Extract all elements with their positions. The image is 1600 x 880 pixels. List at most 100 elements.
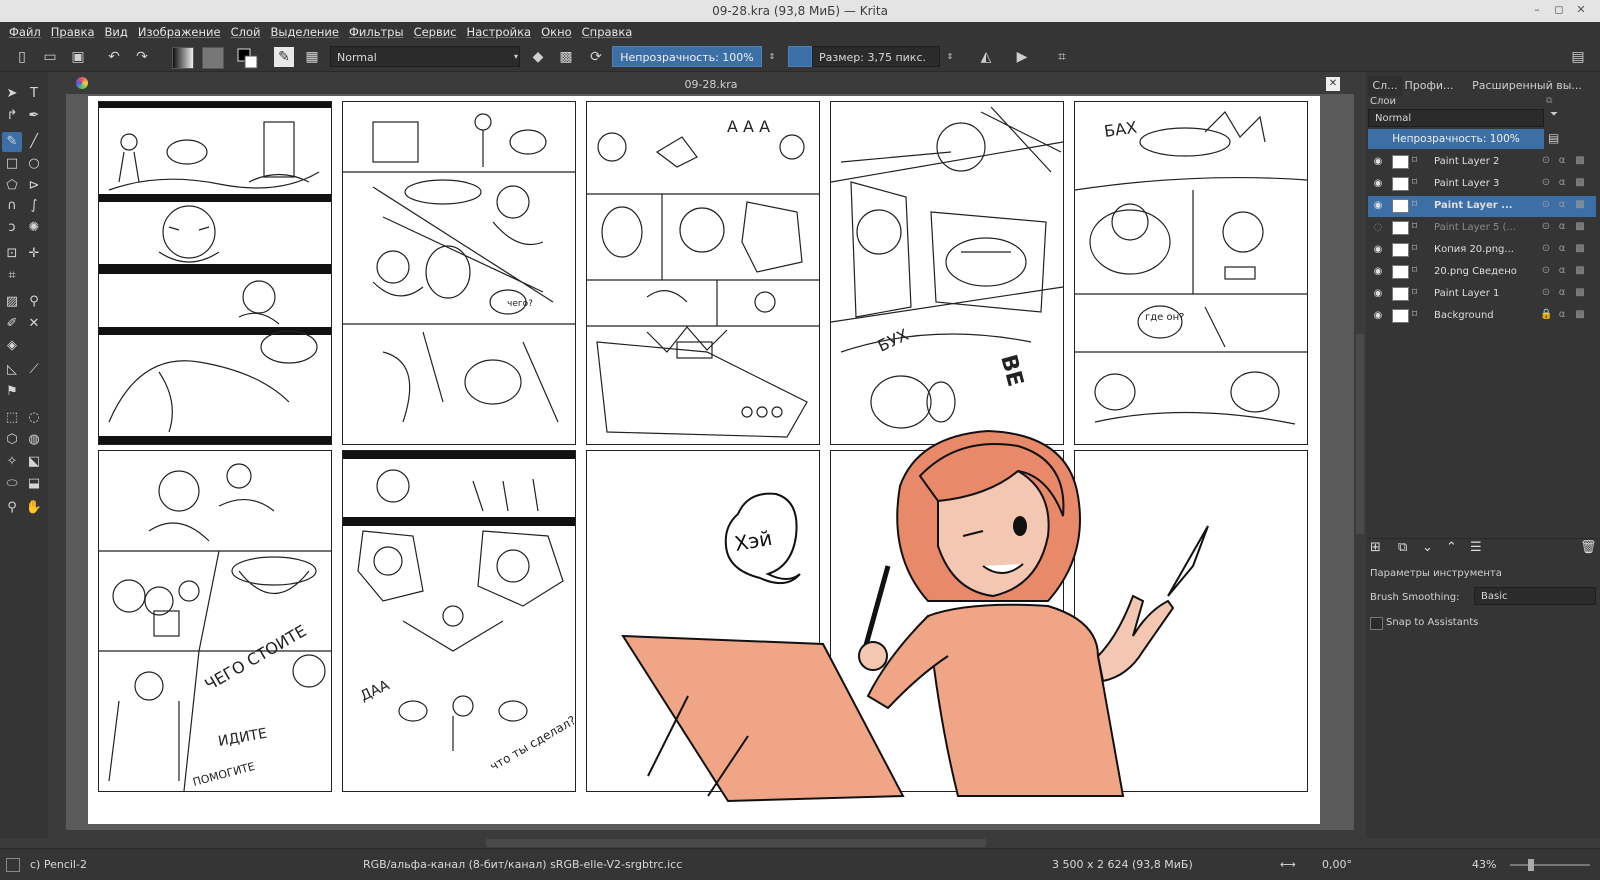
- brush-preset-icon[interactable]: ✎: [274, 47, 294, 67]
- tab-advanced-color[interactable]: Расширенный вы...: [1456, 76, 1598, 96]
- pan-tool-icon[interactable]: ✋: [24, 498, 44, 518]
- multibrush-icon[interactable]: ✺: [24, 218, 44, 238]
- crop-tool-icon[interactable]: ⌗: [2, 266, 22, 286]
- inherit-alpha-icon[interactable]: ▩: [1574, 199, 1586, 213]
- color-picker-icon[interactable]: ⚲: [24, 292, 44, 312]
- layer-blend-mode-select[interactable]: Normal: [1368, 109, 1544, 127]
- inherit-alpha-icon[interactable]: ▩: [1574, 155, 1586, 169]
- blend-mode-select[interactable]: Normal: [330, 46, 520, 67]
- edit-shapes-icon[interactable]: ↱: [2, 106, 22, 126]
- menu-help[interactable]: Справка: [577, 22, 638, 42]
- alpha-lock-icon[interactable]: α: [1556, 155, 1568, 169]
- measure-tool-icon[interactable]: ⟋: [24, 360, 44, 380]
- inherit-alpha-icon[interactable]: ▩: [1574, 265, 1586, 279]
- layer-options-icon[interactable]: ☰: [1470, 540, 1482, 555]
- layer-row[interactable]: ◉ ⌑ Paint Layer 3 ⊙ α ▩: [1368, 174, 1596, 195]
- canvas-area[interactable]: чего? А А А БУХ ВЕ БАХ где он? ЧЕГО СТОИ…: [66, 94, 1354, 830]
- docker-toggle-icon[interactable]: ▤: [1568, 47, 1588, 67]
- alpha-lock-icon[interactable]: α: [1556, 265, 1568, 279]
- duplicate-layer-icon[interactable]: ⧉: [1398, 540, 1407, 555]
- freehand-path-icon[interactable]: ∫: [24, 196, 44, 216]
- layer-row[interactable]: ◉ ⌑ 20.png Сведено ⊙ α ▩: [1368, 262, 1596, 283]
- save-icon[interactable]: ▣: [68, 47, 88, 67]
- select-shapes-icon[interactable]: ➤: [2, 84, 22, 104]
- lock-open-icon[interactable]: ⊙: [1540, 177, 1552, 191]
- brush-presets-grid-icon[interactable]: ▦: [302, 47, 322, 67]
- visibility-eye-icon[interactable]: ◉: [1372, 178, 1384, 190]
- wrap-around-icon[interactable]: ⌗: [1052, 47, 1072, 67]
- layer-row[interactable]: ◌ ⌑ Paint Layer 5 (... ⊙ α ▩: [1368, 218, 1596, 239]
- lock-open-icon[interactable]: ⊙: [1540, 265, 1552, 279]
- tab-profiles[interactable]: Профи...: [1404, 76, 1454, 96]
- visibility-eye-icon[interactable]: ◌: [1372, 222, 1384, 234]
- opacity-spin-icon[interactable]: ⇕: [762, 47, 782, 67]
- tab-layers[interactable]: Сл...: [1368, 76, 1402, 96]
- bezier-select-icon[interactable]: ⬭: [2, 474, 22, 494]
- layer-row[interactable]: ◉ ⌑ Paint Layer 1 ⊙ α ▩: [1368, 284, 1596, 305]
- ellipse-select-icon[interactable]: ◌: [24, 408, 44, 428]
- move-layer-up-icon[interactable]: ⌃: [1446, 540, 1457, 555]
- menu-layer[interactable]: Слой: [226, 22, 266, 42]
- assistant-tool-icon[interactable]: ◺: [2, 360, 22, 380]
- dynamic-brush-icon[interactable]: ↄ: [2, 218, 22, 238]
- text-tool-icon[interactable]: T: [24, 84, 44, 104]
- mirror-horizontal-icon[interactable]: ◭: [976, 47, 996, 67]
- zoom-slider-track[interactable]: [1510, 864, 1590, 866]
- eraser-icon[interactable]: ◆: [528, 47, 548, 67]
- menu-window[interactable]: Окно: [536, 22, 577, 42]
- layer-row[interactable]: ◉ ⌑ Background 🔒 α ▩: [1368, 306, 1596, 327]
- open-folder-icon[interactable]: ▭: [40, 47, 60, 67]
- canvas-page[interactable]: чего? А А А БУХ ВЕ БАХ где он? ЧЕГО СТОИ…: [88, 96, 1320, 824]
- new-document-icon[interactable]: ▯: [12, 47, 32, 67]
- fg-bg-color-icon[interactable]: [236, 47, 258, 69]
- menu-settings[interactable]: Настройка: [462, 22, 537, 42]
- menu-edit[interactable]: Правка: [46, 22, 100, 42]
- layer-row[interactable]: ◉ ⌑ Paint Layer ... ⊙ α ▩: [1368, 196, 1596, 217]
- inherit-alpha-icon[interactable]: ▩: [1574, 243, 1586, 257]
- rect-select-icon[interactable]: ⬚: [2, 408, 22, 428]
- menu-select[interactable]: Выделение: [265, 22, 344, 42]
- visibility-eye-icon[interactable]: ◉: [1372, 200, 1384, 212]
- magnetic-select-icon[interactable]: ⬓: [24, 474, 44, 494]
- size-spin-icon[interactable]: ⇕: [940, 47, 960, 67]
- menu-view[interactable]: Вид: [100, 22, 133, 42]
- close-window-icon[interactable]: ✕: [1574, 3, 1588, 17]
- visibility-eye-icon[interactable]: ◉: [1372, 288, 1384, 300]
- visibility-eye-icon[interactable]: ◉: [1372, 156, 1384, 168]
- similar-select-icon[interactable]: ⬕: [24, 452, 44, 472]
- layer-opacity-slider[interactable]: Непрозрачность: 100%: [1368, 129, 1544, 149]
- freehand-select-icon[interactable]: ◍: [24, 430, 44, 450]
- menu-file[interactable]: Файл: [4, 22, 46, 42]
- calligraphy-icon[interactable]: ✒: [24, 106, 44, 126]
- close-document-icon[interactable]: ✕: [1326, 77, 1340, 91]
- alpha-lock-icon[interactable]: α: [1556, 177, 1568, 191]
- lock-closed-icon[interactable]: 🔒: [1540, 309, 1552, 323]
- layer-row[interactable]: ◉ ⌑ Копия 20.png... ⊙ α ▩: [1368, 240, 1596, 261]
- opacity-slider[interactable]: Непрозрачность: 100%: [612, 46, 762, 67]
- vertical-scroll-thumb[interactable]: [1356, 334, 1364, 534]
- inherit-alpha-icon[interactable]: ▩: [1574, 221, 1586, 235]
- maximize-icon[interactable]: ◻: [1552, 3, 1566, 17]
- pattern-preset-icon[interactable]: [202, 47, 224, 69]
- minimize-icon[interactable]: –: [1530, 3, 1544, 17]
- inherit-alpha-icon[interactable]: ▩: [1574, 309, 1586, 323]
- transform-tool-icon[interactable]: ⊡: [2, 244, 22, 264]
- inherit-alpha-icon[interactable]: ▩: [1574, 177, 1586, 191]
- gradient-tool-icon[interactable]: ▨: [2, 292, 22, 312]
- document-tab[interactable]: 09-28.kra ✕: [66, 74, 1356, 94]
- polygon-tool-icon[interactable]: ⬠: [2, 176, 22, 196]
- alpha-lock-icon[interactable]: α: [1556, 287, 1568, 301]
- mirror-vertical-icon[interactable]: ▶: [1012, 47, 1032, 67]
- horizontal-scrollbar[interactable]: [66, 838, 1354, 848]
- alpha-lock-icon[interactable]: α: [1556, 221, 1568, 235]
- polygon-select-icon[interactable]: ⬡: [2, 430, 22, 450]
- contiguous-select-icon[interactable]: ✧: [2, 452, 22, 472]
- brush-smoothing-select[interactable]: Basic: [1474, 587, 1596, 605]
- layer-properties-icon[interactable]: ▤: [1548, 131, 1566, 147]
- filter-icon[interactable]: ⏷: [1550, 109, 1566, 127]
- menu-filters[interactable]: Фильтры: [344, 22, 409, 42]
- lock-open-icon[interactable]: ⊙: [1540, 155, 1552, 169]
- undo-icon[interactable]: ↶: [104, 47, 124, 67]
- reference-images-icon[interactable]: ⚑: [2, 382, 22, 402]
- snap-to-assistants-checkbox[interactable]: [1370, 617, 1383, 630]
